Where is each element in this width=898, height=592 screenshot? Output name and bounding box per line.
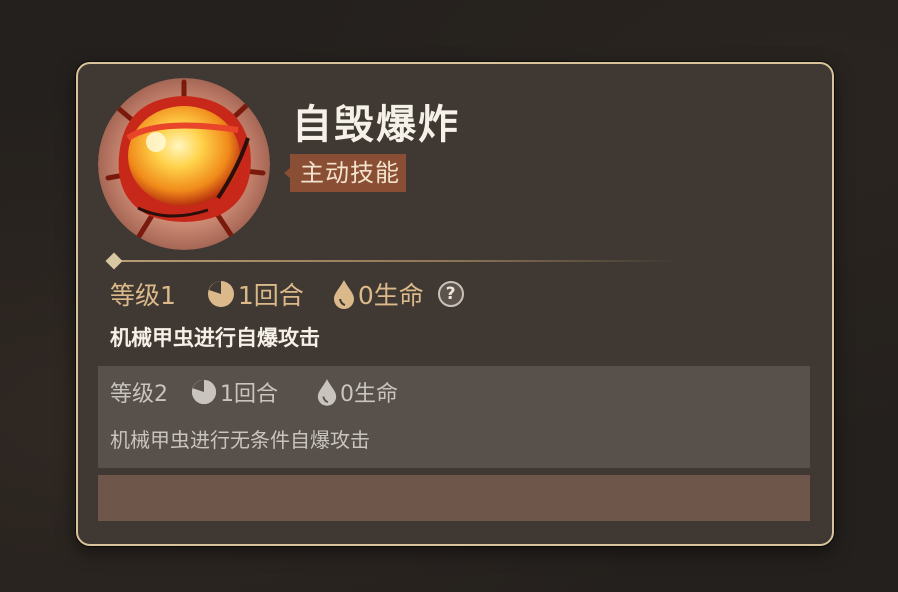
help-button[interactable]: ? [437, 281, 464, 307]
upgrade-bar[interactable] [98, 475, 810, 521]
current-level-description: 机械甲虫进行自爆攻击 [110, 326, 320, 350]
next-cost-value: 0生命 [340, 382, 398, 407]
cooldown-pie-icon [190, 378, 218, 406]
life-drop-icon [316, 378, 338, 406]
header-divider [116, 260, 676, 262]
next-cost: 0生命 [316, 376, 398, 408]
next-level-section: 等级2 1回合 0生命 机械甲虫进行无条件自爆攻击 [98, 366, 810, 468]
current-cost: 0生命 [332, 276, 424, 312]
current-level-label: 等级1 [110, 281, 176, 310]
current-cooldown-value: 1回合 [237, 281, 304, 310]
current-level-stats: 等级1 1回合 0生命 ? [110, 276, 464, 312]
explosion-skill-icon [98, 78, 270, 250]
next-cooldown-value: 1回合 [220, 382, 278, 407]
next-level-stats: 等级2 1回合 0生命 [110, 374, 398, 410]
next-level-description: 机械甲虫进行无条件自爆攻击 [110, 428, 370, 452]
skill-name: 自毁爆炸 [292, 102, 460, 148]
life-drop-icon [332, 279, 356, 309]
skill-tooltip-panel: 自毁爆炸 主动技能 等级1 1回合 0生命 ? 机械甲虫进行自爆攻击 等级2 1… [76, 62, 834, 546]
current-cooldown: 1回合 [206, 276, 304, 312]
cooldown-pie-icon [206, 279, 236, 309]
divider-gem-ornament [105, 252, 123, 270]
next-cooldown: 1回合 [190, 376, 278, 408]
next-level-label: 等级2 [110, 382, 168, 407]
skill-type-badge: 主动技能 [284, 154, 406, 192]
current-cost-value: 0生命 [357, 281, 424, 310]
